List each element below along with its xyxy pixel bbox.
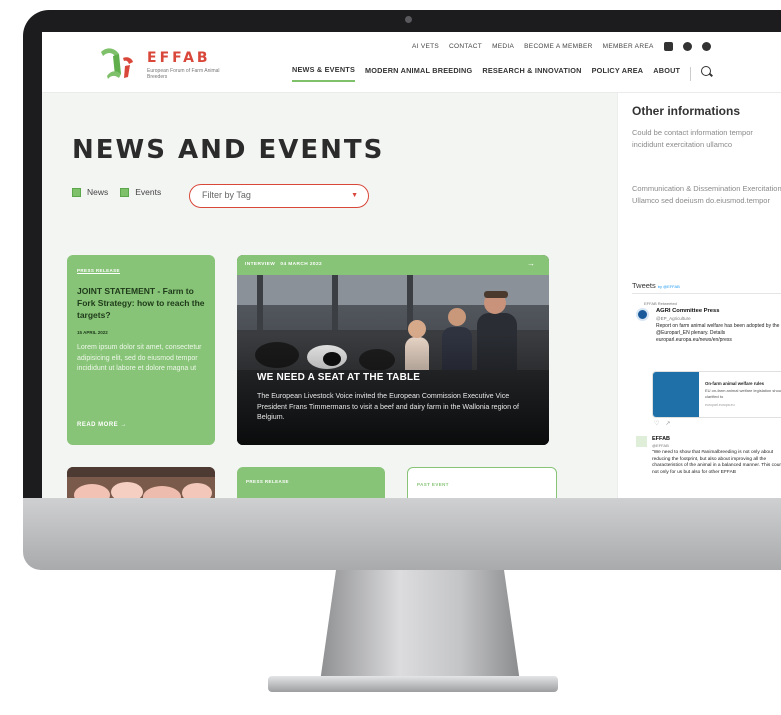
card-body: The European Livestock Voice invited the… xyxy=(257,392,519,421)
effab-logo-icon xyxy=(101,48,133,79)
page-title: NEWS AND EVENTS xyxy=(72,135,385,165)
linkedin-icon[interactable] xyxy=(663,41,673,51)
util-link-become-member[interactable]: BECOME A MEMBER xyxy=(524,43,592,50)
card-tag: PAST EVENT xyxy=(417,482,449,487)
tweet-author-handle: @EP_Agriculture xyxy=(656,316,691,321)
news-checkbox[interactable] xyxy=(72,187,81,197)
twitter-icon[interactable] xyxy=(682,41,692,51)
news-card-past-event[interactable]: PAST EVENT xyxy=(407,467,557,498)
events-checkbox[interactable] xyxy=(120,187,130,197)
type-filters: News Events xyxy=(72,187,167,197)
card-title: WE NEED A SEAT AT THE TABLE xyxy=(257,372,421,383)
search-icon[interactable] xyxy=(701,65,712,76)
sidebar-communication-text: Communication & Dissemination Exercitati… xyxy=(632,184,781,205)
link-card-image xyxy=(653,372,699,417)
card-tag-date: 04 MARCH 2022 xyxy=(280,262,323,267)
screen: EFFAB European Forum of Farm Animal Bree… xyxy=(42,32,781,498)
main-nav: NEWS & EVENTS MODERN ANIMAL BREEDING RES… xyxy=(292,65,712,82)
nav-about[interactable]: ABOUT xyxy=(653,66,680,81)
share-icon[interactable]: ↗ xyxy=(665,421,676,427)
util-link-media[interactable]: MEDIA xyxy=(492,43,514,50)
card-title: JOINT STATEMENT - Farm to Fork Strategy:… xyxy=(77,286,205,320)
utility-nav: AI VETS CONTACT MEDIA BECOME A MEMBER ME… xyxy=(412,40,711,52)
util-link-ai-vets[interactable]: AI VETS xyxy=(412,43,439,50)
events-checkbox-label: Events xyxy=(135,187,162,197)
card-tag: PRESS RELEASE xyxy=(77,268,120,274)
nav-modern-animal-breeding[interactable]: MODERN ANIMAL BREEDING xyxy=(365,66,472,81)
monitor-chin xyxy=(23,498,781,570)
util-link-member-area[interactable]: MEMBER AREA xyxy=(603,43,654,50)
nav-news-events[interactable]: NEWS & EVENTS xyxy=(292,65,356,82)
sidebar: Other informations Could be contact info… xyxy=(617,93,781,498)
tweet-author-handle: @EFFAB xyxy=(652,443,669,448)
news-card-seat-at-table[interactable]: INTERVIEW 04 MARCH 2022 → WE NEED A SEAT… xyxy=(237,255,549,445)
nav-divider xyxy=(690,66,692,81)
logo-subtitle: European Forum of Farm Animal Breeders xyxy=(147,68,220,80)
news-card-joint-statement[interactable]: PRESS RELEASE JOINT STATEMENT - Farm to … xyxy=(67,255,215,445)
card-tag: INTERVIEW 04 MARCH 2022 xyxy=(245,262,322,267)
like-icon[interactable]: ♡ xyxy=(654,421,665,427)
sidebar-contact-text: Could be contact information tempor inci… xyxy=(632,128,753,149)
twitter-feed[interactable]: EFFAB Retweeted AGRI Committee Press @EP… xyxy=(632,293,781,498)
news-card-pigs[interactable] xyxy=(67,467,215,498)
nav-research-innovation[interactable]: RESEARCH & INNOVATION xyxy=(482,66,581,81)
monitor-base xyxy=(268,676,558,692)
news-checkbox-label: News xyxy=(87,187,109,197)
link-card-text: EU on-farm animal welfare legislation sh… xyxy=(705,388,781,399)
youtube-icon[interactable] xyxy=(701,41,711,51)
link-card-source: europarl.europa.eu xyxy=(705,403,735,407)
card-tag: PRESS RELEASE xyxy=(246,479,289,484)
arrow-right-icon: → xyxy=(120,422,127,428)
card-body: Lorem ipsum dolor sit amet, consectetur … xyxy=(77,344,202,372)
tag-filter-select[interactable]: Filter by Tag ▼ xyxy=(189,184,369,208)
read-more-label: READ MORE xyxy=(77,422,119,428)
retweet-label: EFFAB Retweeted xyxy=(644,301,677,306)
arrow-right-icon[interactable]: → xyxy=(527,259,535,268)
news-card-press-release[interactable]: PRESS RELEASE xyxy=(237,467,385,498)
tweet-text: "We need to show that #animalbreeding is… xyxy=(652,450,781,475)
avatar[interactable] xyxy=(636,436,647,447)
tweets-by[interactable]: by @EFFAB xyxy=(658,284,680,289)
webcam xyxy=(405,16,412,23)
link-card-title: On-farm animal welfare rules xyxy=(705,381,764,386)
read-more-link[interactable]: READ MORE → xyxy=(77,422,127,428)
avatar[interactable] xyxy=(636,308,649,321)
tweet-actions: ♡↗ xyxy=(654,420,676,427)
nav-policy-area[interactable]: POLICY AREA xyxy=(592,66,644,81)
logo-title: EFFAB xyxy=(147,50,211,66)
site-logo[interactable]: EFFAB European Forum of Farm Animal Bree… xyxy=(97,44,247,84)
news-content: NEWS AND EVENTS News Events Filter by Ta… xyxy=(42,93,617,498)
tweet-text: Report on farm animal welfare has been a… xyxy=(656,323,780,343)
tweet-author-name[interactable]: EFFAB xyxy=(652,436,670,442)
sidebar-title: Other informations xyxy=(632,104,741,118)
util-link-contact[interactable]: CONTACT xyxy=(449,43,482,50)
card-header-strip: INTERVIEW 04 MARCH 2022 → xyxy=(237,255,549,275)
tweet-link-card[interactable]: On-farm animal welfare rules EU on-farm … xyxy=(652,371,781,418)
pigs-photo xyxy=(67,467,215,498)
tag-filter-placeholder: Filter by Tag xyxy=(202,190,251,200)
card-tag-type: INTERVIEW xyxy=(245,262,276,267)
tweets-heading-label: Tweets xyxy=(632,281,656,290)
site-header: EFFAB European Forum of Farm Animal Bree… xyxy=(42,32,781,93)
tweet-author-name[interactable]: AGRI Committee Press xyxy=(656,308,719,314)
monitor-stand xyxy=(320,570,520,682)
chevron-down-icon: ▼ xyxy=(351,192,358,199)
tweets-heading: Tweets by @EFFAB xyxy=(632,281,680,290)
card-date: 15 APRIL 2022 xyxy=(77,330,108,335)
